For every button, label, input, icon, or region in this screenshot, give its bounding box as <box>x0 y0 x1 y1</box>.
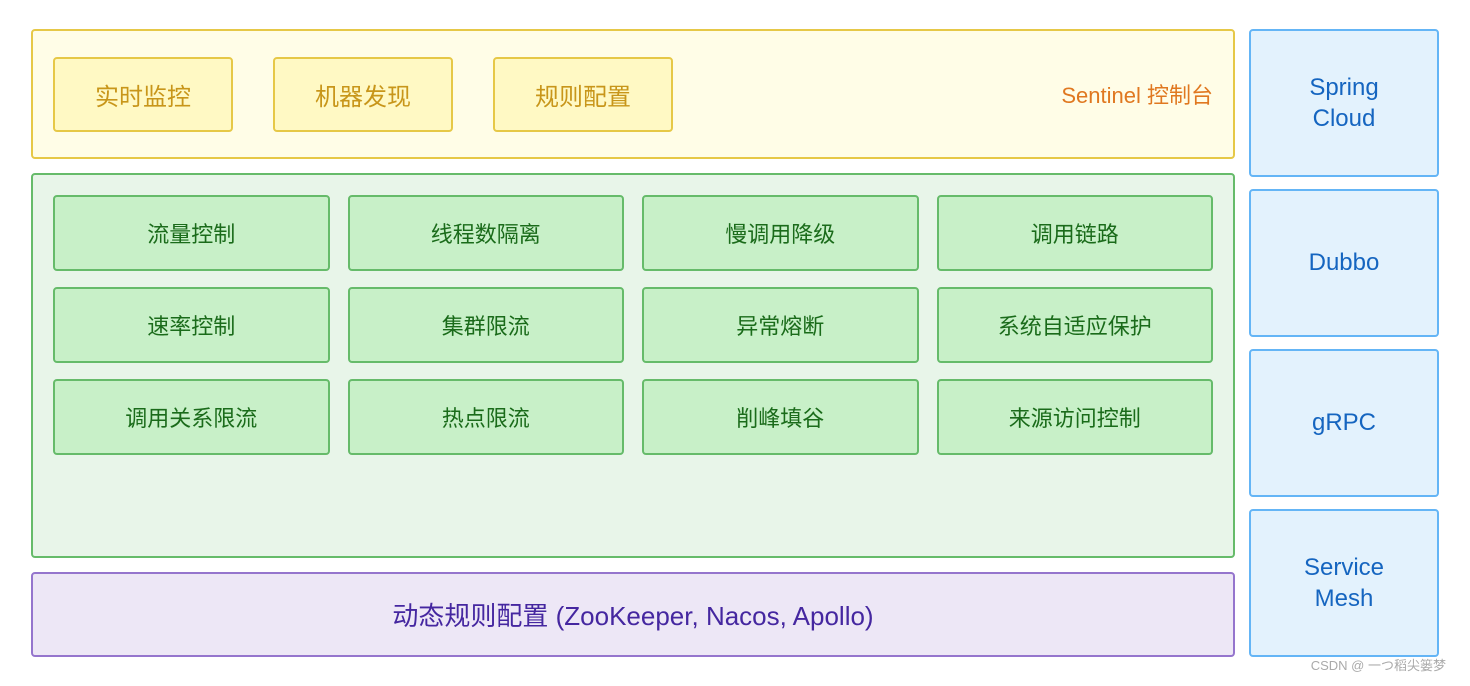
sentinel-box-config: 规则配置 <box>493 57 673 132</box>
features-panel: 流量控制 线程数隔离 慢调用降级 调用链路 速率控制 集群限流 <box>31 173 1235 558</box>
sentinel-box-monitor: 实时监控 <box>53 57 233 132</box>
left-section: 实时监控 机器发现 规则配置 Sentinel 控制台 流量控制 线程数隔离 <box>31 29 1235 657</box>
feature-relation-limit: 调用关系限流 <box>53 379 330 455</box>
sentinel-panel: 实时监控 机器发现 规则配置 Sentinel 控制台 <box>31 29 1235 159</box>
sidebar-service-mesh: ServiceMesh <box>1249 509 1439 657</box>
sentinel-boxes: 实时监控 机器发现 规则配置 <box>53 57 1041 132</box>
feature-slow-degrade: 慢调用降级 <box>642 195 919 271</box>
sidebar-dubbo: Dubbo <box>1249 189 1439 337</box>
main-container: 实时监控 机器发现 规则配置 Sentinel 控制台 流量控制 线程数隔离 <box>15 13 1455 673</box>
feature-hotspot-limit: 热点限流 <box>348 379 625 455</box>
feature-cluster-limit: 集群限流 <box>348 287 625 363</box>
features-row-2: 速率控制 集群限流 异常熔断 系统自适应保护 <box>53 287 1213 363</box>
feature-call-chain: 调用链路 <box>937 195 1214 271</box>
right-sidebar: SpringCloud Dubbo gRPC ServiceMesh <box>1249 29 1439 657</box>
watermark: CSDN @ 一つ稻尖篓梦 <box>1311 655 1446 674</box>
feature-adaptive-protect: 系统自适应保护 <box>937 287 1214 363</box>
feature-source-control: 来源访问控制 <box>937 379 1214 455</box>
sentinel-label: Sentinel 控制台 <box>1061 78 1213 110</box>
dynamic-panel: 动态规则配置 (ZooKeeper, Nacos, Apollo) <box>31 572 1235 657</box>
sidebar-grpc: gRPC <box>1249 349 1439 497</box>
feature-thread-isolation: 线程数隔离 <box>348 195 625 271</box>
feature-circuit-breaker: 异常熔断 <box>642 287 919 363</box>
feature-flow-control: 流量控制 <box>53 195 330 271</box>
feature-peak-shaving: 削峰填谷 <box>642 379 919 455</box>
sentinel-box-discover: 机器发现 <box>273 57 453 132</box>
sidebar-spring-cloud: SpringCloud <box>1249 29 1439 177</box>
features-row-3: 调用关系限流 热点限流 削峰填谷 来源访问控制 <box>53 379 1213 455</box>
feature-rate-control: 速率控制 <box>53 287 330 363</box>
features-row-1: 流量控制 线程数隔离 慢调用降级 调用链路 <box>53 195 1213 271</box>
